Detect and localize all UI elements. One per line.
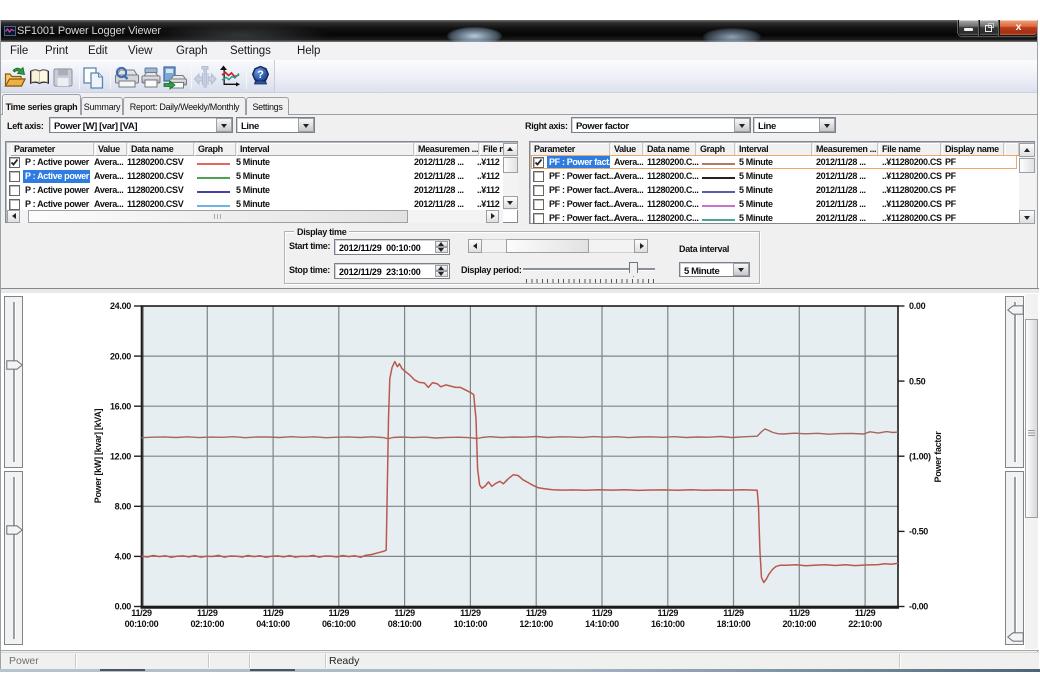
svg-text:14:10:00: 14:10:00 xyxy=(585,619,619,629)
svg-text:-0.00: -0.00 xyxy=(909,602,928,612)
svg-text:11/29: 11/29 xyxy=(526,608,547,618)
svg-text:0.00: 0.00 xyxy=(115,602,132,612)
svg-text:02:10:00: 02:10:00 xyxy=(190,619,224,629)
svg-text:?: ? xyxy=(257,69,264,81)
svg-text:11/29: 11/29 xyxy=(723,608,744,618)
svg-text:04:10:00: 04:10:00 xyxy=(256,619,290,629)
svg-text:16.00: 16.00 xyxy=(110,401,131,411)
svg-text:11/29: 11/29 xyxy=(131,608,152,618)
svg-text:11/29: 11/29 xyxy=(460,608,481,618)
svg-text:11/29: 11/29 xyxy=(197,608,218,618)
svg-text:00:10:00: 00:10:00 xyxy=(125,619,159,629)
svg-text:12:10:00: 12:10:00 xyxy=(519,619,553,629)
svg-text:20:10:00: 20:10:00 xyxy=(782,619,816,629)
svg-text:20.00: 20.00 xyxy=(110,351,131,361)
svg-text:11/29: 11/29 xyxy=(394,608,415,618)
svg-text:08:10:00: 08:10:00 xyxy=(388,619,422,629)
svg-text:11/29: 11/29 xyxy=(789,608,810,618)
svg-text:11/29: 11/29 xyxy=(658,608,679,618)
svg-text:10:10:00: 10:10:00 xyxy=(454,619,488,629)
svg-text:8.00: 8.00 xyxy=(115,502,132,512)
svg-text:11/29: 11/29 xyxy=(592,608,613,618)
svg-text:24.00: 24.00 xyxy=(110,301,131,311)
svg-text:Power [kW] [kvar] [kVA]: Power [kW] [kvar] [kVA] xyxy=(93,408,103,503)
svg-text:11/29: 11/29 xyxy=(855,608,876,618)
svg-text:-0.50: -0.50 xyxy=(909,527,928,537)
svg-text:11/29: 11/29 xyxy=(329,608,350,618)
svg-text:12.00: 12.00 xyxy=(110,451,131,461)
svg-text:22:10:00: 22:10:00 xyxy=(848,619,882,629)
svg-text:18:10:00: 18:10:00 xyxy=(717,619,751,629)
svg-text:0.50: 0.50 xyxy=(909,376,926,386)
svg-text:11/29: 11/29 xyxy=(263,608,284,618)
svg-text:4.00: 4.00 xyxy=(115,552,132,562)
svg-text:Power factor: Power factor xyxy=(933,431,943,483)
svg-text:06:10:00: 06:10:00 xyxy=(322,619,356,629)
svg-text:(1.00): (1.00) xyxy=(909,451,931,461)
svg-text:0.00: 0.00 xyxy=(909,301,926,311)
svg-text:16:10:00: 16:10:00 xyxy=(651,619,685,629)
